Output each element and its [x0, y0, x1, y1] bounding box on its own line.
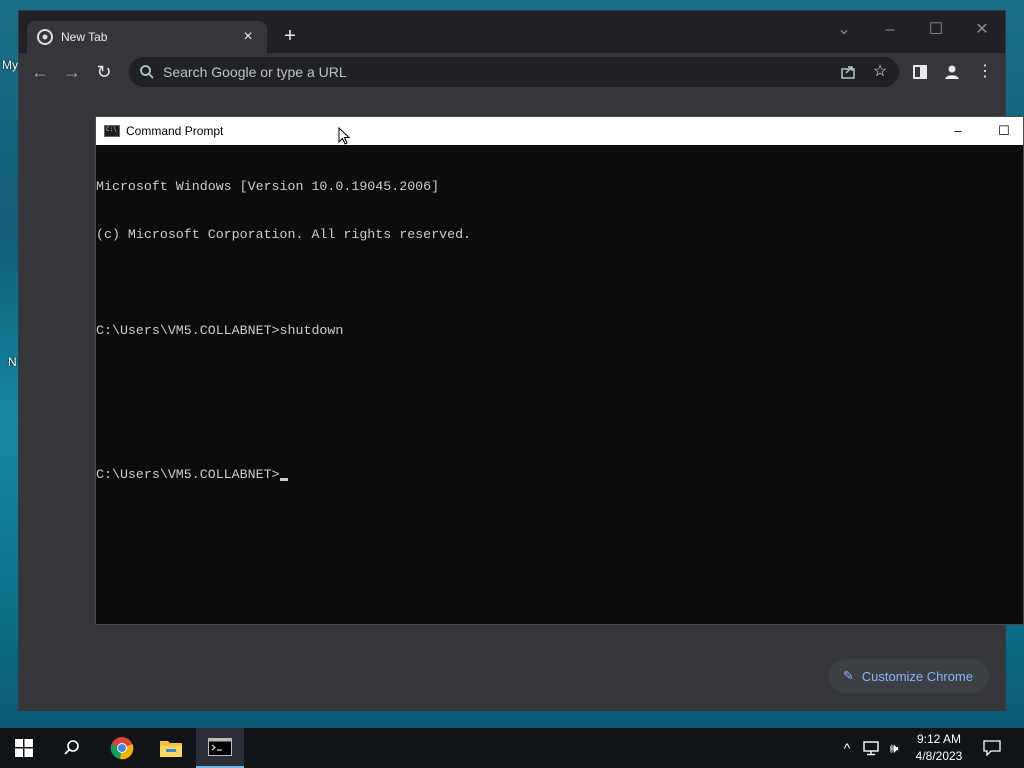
new-tab-button[interactable]: +: [279, 25, 301, 47]
taskbar-clock[interactable]: 9:12 AM 4/8/2023: [908, 731, 970, 765]
tab-search-chevron-icon[interactable]: ⌄: [821, 15, 867, 45]
file-explorer-icon: [160, 741, 182, 757]
taskbar-file-explorer[interactable]: [147, 728, 195, 768]
taskbar-command-prompt[interactable]: [196, 728, 244, 768]
search-icon: [140, 65, 154, 79]
clock-time: 9:12 AM: [916, 732, 962, 746]
close-button[interactable]: ✕: [959, 15, 1005, 45]
volume-icon[interactable]: 🕪: [884, 740, 904, 757]
clock-date: 4/8/2023: [915, 749, 963, 763]
tab-strip: New Tab × + ⌄ – ☐ ✕: [19, 11, 1005, 53]
cmd-titlebar[interactable]: Command Prompt – ☐: [96, 117, 1023, 145]
maximize-button[interactable]: ☐: [913, 15, 959, 45]
close-tab-icon[interactable]: ×: [239, 28, 257, 46]
text-cursor: [279, 478, 288, 481]
command-prompt-window[interactable]: Command Prompt – ☐ Microsoft Windows [Ve…: [95, 116, 1024, 625]
menu-icon[interactable]: ⋮: [974, 61, 996, 83]
action-center-button[interactable]: [970, 728, 1014, 768]
system-tray: ^ 🕪: [836, 728, 904, 768]
taskbar-chrome[interactable]: [98, 728, 146, 768]
minimize-button[interactable]: –: [867, 15, 913, 45]
forward-button[interactable]: →: [61, 61, 83, 83]
console-line: (c) Microsoft Corporation. All rights re…: [96, 227, 472, 242]
customize-chrome-label: Customize Chrome: [861, 668, 973, 684]
search-button[interactable]: [48, 728, 96, 768]
desktop-icon-label[interactable]: N: [8, 355, 17, 369]
notification-icon: [983, 740, 1001, 756]
search-icon: [64, 740, 79, 755]
omnibox[interactable]: [129, 57, 899, 87]
command-prompt-icon: [104, 125, 120, 137]
cmd-maximize-button[interactable]: ☐: [981, 117, 1024, 145]
cmd-title: Command Prompt: [126, 124, 224, 138]
browser-toolbar: ← → ↻ ☆ ⋮: [19, 53, 1005, 91]
chevron-up-icon[interactable]: ^: [836, 740, 858, 756]
console-prompt: C:\Users\VM5.COLLABNET>: [96, 467, 280, 482]
network-icon[interactable]: [862, 740, 880, 756]
share-icon[interactable]: [837, 61, 859, 83]
customize-chrome-button[interactable]: ✎ Customize Chrome: [828, 659, 989, 693]
console-output[interactable]: Microsoft Windows [Version 10.0.19045.20…: [96, 145, 1023, 515]
profile-icon[interactable]: [941, 61, 963, 83]
console-prompt-line[interactable]: C:\Users\VM5.COLLABNET>: [96, 467, 1023, 483]
tab-new-tab[interactable]: New Tab ×: [27, 21, 267, 53]
tab-title: New Tab: [61, 30, 108, 44]
start-button[interactable]: [0, 728, 48, 768]
console-line: Microsoft Windows [Version 10.0.19045.20…: [96, 179, 440, 194]
pencil-icon: ✎: [842, 668, 854, 683]
reload-button[interactable]: ↻: [93, 61, 115, 83]
windows-start-icon: [15, 739, 33, 757]
taskbar: ^ 🕪 9:12 AM 4/8/2023: [0, 728, 1024, 768]
desktop-icon-label[interactable]: My: [2, 58, 18, 72]
console-line: C:\Users\VM5.COLLABNET>shutdown: [96, 323, 344, 338]
command-prompt-icon: [208, 738, 232, 756]
side-panel-icon[interactable]: [909, 61, 931, 83]
cmd-minimize-button[interactable]: –: [935, 117, 981, 145]
back-button[interactable]: ←: [29, 61, 51, 83]
omnibox-input[interactable]: [163, 64, 889, 80]
mouse-pointer-icon: [338, 127, 350, 145]
bookmark-star-icon[interactable]: ☆: [869, 61, 891, 83]
chrome-favicon-icon: [37, 29, 53, 45]
chrome-icon: [110, 737, 134, 760]
